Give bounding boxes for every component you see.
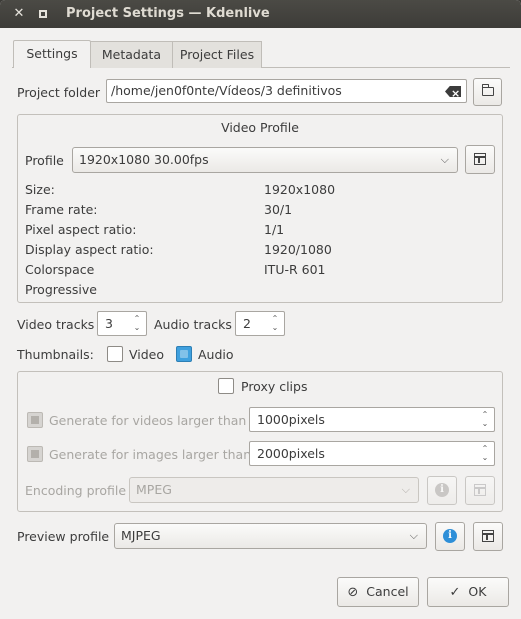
close-window-button[interactable]: ✕: [11, 6, 27, 22]
clear-text-icon[interactable]: [445, 86, 461, 97]
preview-manage-button[interactable]: [473, 522, 503, 551]
prop-frame-rate-key: Frame rate:: [25, 202, 98, 217]
folder-icon: [481, 84, 494, 96]
chevron-down-icon: ⌵: [409, 529, 418, 542]
spin-arrows-icon[interactable]: ⌃ ⌄: [270, 314, 280, 332]
prop-size-value: 1920x1080: [264, 182, 336, 197]
preview-profile-select[interactable]: MJPEG ⌵: [114, 523, 427, 549]
audio-tracks-spinbox[interactable]: 2 ⌃ ⌄: [235, 311, 285, 336]
maximize-window-button[interactable]: [35, 6, 51, 22]
video-tracks-value: 3: [105, 316, 113, 331]
title-bar: ✕ Project Settings — Kdenlive: [0, 0, 521, 28]
info-icon: i: [443, 529, 457, 543]
manage-profiles-icon: [474, 484, 486, 496]
generate-images-value: 2000pixels: [257, 446, 325, 461]
browse-folder-button[interactable]: [473, 78, 502, 106]
audio-tracks-label: Audio tracks: [154, 317, 232, 332]
preview-profile-value: MJPEG: [121, 528, 161, 543]
prop-pixel-aspect-key: Pixel aspect ratio:: [25, 222, 137, 237]
prop-size-key: Size:: [25, 182, 55, 197]
chevron-down-icon: ⌵: [440, 153, 449, 166]
thumbnails-video-label[interactable]: Video: [129, 347, 164, 362]
generate-images-checkbox[interactable]: [27, 446, 43, 462]
prop-display-aspect-key: Display aspect ratio:: [25, 242, 154, 257]
encoding-profile-label: Encoding profile: [25, 483, 127, 498]
encoding-profile-value: MPEG: [136, 482, 172, 497]
tab-metadata[interactable]: Metadata: [90, 41, 173, 68]
generate-videos-spinbox[interactable]: 1000pixels ⌃ ⌄: [249, 407, 495, 432]
prop-pixel-aspect-value: 1/1: [264, 222, 285, 237]
thumbnails-audio-checkbox[interactable]: [176, 346, 192, 362]
maximize-icon: [39, 10, 47, 18]
ok-button-label: OK: [468, 584, 487, 599]
generate-images-label: Generate for images larger than: [49, 447, 252, 462]
manage-profiles-icon: [482, 530, 494, 542]
check-icon: ✓: [449, 585, 461, 600]
cancel-icon: ⊘: [347, 585, 359, 600]
project-folder-input[interactable]: /home/jen0f0nte/Vídeos/3 definitivos: [106, 79, 467, 103]
tab-settings[interactable]: Settings: [13, 40, 91, 68]
project-folder-value: /home/jen0f0nte/Vídeos/3 definitivos: [111, 83, 342, 98]
cancel-button-label: Cancel: [366, 584, 409, 599]
video-tracks-label: Video tracks: [17, 317, 95, 332]
video-tracks-spinbox[interactable]: 3 ⌃ ⌄: [97, 311, 147, 336]
cancel-button[interactable]: ⊘ Cancel: [337, 577, 419, 607]
prop-display-aspect-value: 1920/1080: [264, 242, 332, 257]
profile-select[interactable]: 1920x1080 30.00fps ⌵: [72, 147, 458, 173]
chevron-down-icon: ⌵: [401, 483, 410, 496]
generate-videos-value: 1000pixels: [257, 412, 325, 427]
prop-frame-rate-value: 30/1: [264, 202, 293, 217]
thumbnails-video-checkbox[interactable]: [107, 346, 123, 362]
spin-arrows-icon[interactable]: ⌃ ⌄: [480, 410, 490, 428]
profile-label: Profile: [25, 153, 64, 168]
generate-videos-checkbox[interactable]: [27, 412, 43, 428]
video-profile-title: Video Profile: [221, 120, 299, 135]
thumbnails-audio-label[interactable]: Audio: [198, 347, 234, 362]
proxy-clips-checkbox[interactable]: [218, 378, 234, 394]
encoding-profile-select[interactable]: MPEG ⌵: [129, 477, 419, 503]
profile-select-value: 1920x1080 30.00fps: [79, 152, 209, 167]
window-title: Project Settings — Kdenlive: [66, 6, 270, 21]
preview-info-button[interactable]: i: [435, 522, 465, 551]
audio-tracks-value: 2: [243, 316, 251, 331]
spin-arrows-icon[interactable]: ⌃ ⌄: [132, 314, 142, 332]
encoding-info-button[interactable]: i: [427, 476, 457, 505]
prop-colorspace-value: ITU-R 601: [264, 262, 326, 277]
spin-arrows-icon[interactable]: ⌃ ⌄: [480, 444, 490, 462]
project-folder-label: Project folder: [17, 85, 101, 100]
tab-project-files[interactable]: Project Files: [172, 41, 262, 68]
manage-profiles-icon: [474, 153, 486, 165]
manage-profiles-button[interactable]: [465, 145, 495, 174]
encoding-manage-button[interactable]: [465, 476, 495, 505]
preview-profile-label: Preview profile: [17, 529, 110, 544]
project-settings-window: ✕ Project Settings — Kdenlive Settings M…: [0, 0, 521, 619]
ok-button[interactable]: ✓ OK: [427, 577, 509, 607]
generate-videos-label: Generate for videos larger than: [49, 413, 247, 428]
info-icon: i: [435, 483, 449, 497]
thumbnails-label: Thumbnails:: [17, 347, 94, 362]
proxy-clips-label[interactable]: Proxy clips: [241, 379, 307, 394]
prop-colorspace-key: Colorspace: [25, 262, 95, 277]
generate-images-spinbox[interactable]: 2000pixels ⌃ ⌄: [249, 441, 495, 466]
prop-progressive-key: Progressive: [25, 282, 97, 297]
